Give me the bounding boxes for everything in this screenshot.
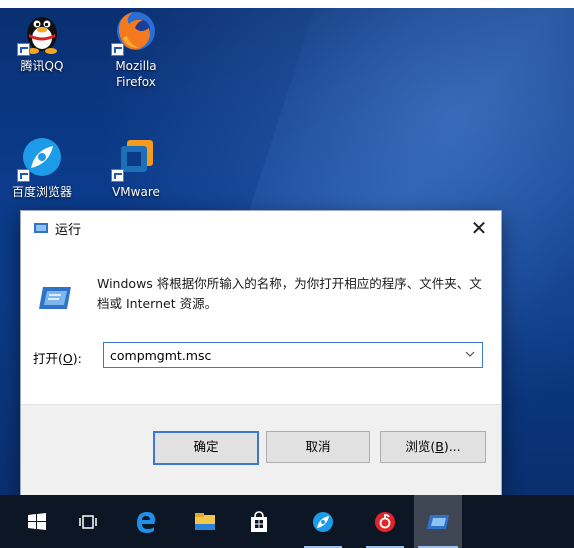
top-strip — [0, 0, 574, 8]
desktop-icon-firefox[interactable]: Mozilla Firefox — [98, 8, 174, 90]
browse-button[interactable]: 浏览(B)... — [380, 431, 486, 463]
shortcut-arrow-icon — [111, 43, 124, 56]
command-input[interactable] — [110, 346, 450, 364]
desktop-icon-label: VMware — [112, 185, 160, 199]
desktop-icon-qq[interactable]: 腾讯QQ — [4, 8, 80, 74]
shortcut-arrow-icon — [111, 169, 124, 182]
firefox-icon — [111, 8, 159, 56]
baidu-browser-button[interactable] — [300, 495, 346, 548]
store-icon — [251, 510, 267, 532]
start-button[interactable] — [14, 495, 60, 548]
ok-button[interactable]: 确定 — [153, 431, 259, 465]
vmware-icon — [111, 134, 159, 182]
open-label-prefix: 打开( — [33, 351, 63, 366]
chevron-down-icon[interactable] — [464, 347, 476, 361]
qq-penguin-icon — [17, 8, 65, 56]
file-explorer-icon — [195, 512, 215, 530]
run-icon — [34, 223, 48, 233]
desktop-icon-label: 腾讯QQ — [20, 59, 64, 73]
run-program-icon — [39, 287, 71, 309]
open-label: 打开(O): — [33, 348, 82, 367]
run-taskbar-button[interactable] — [414, 495, 462, 548]
run-dialog: 运行 ✕ Windows 将根据你所输入的名称，为你打开相应的程序、文件夹、文档… — [20, 210, 502, 496]
open-label-access-key: O — [62, 351, 73, 366]
start-icon — [28, 512, 46, 530]
edge-icon — [137, 511, 156, 533]
browse-label-suffix: )... — [443, 439, 461, 454]
desktop-icon-baidu-browser[interactable]: 百度浏览器 — [4, 134, 80, 200]
baidu-browser-icon — [17, 134, 65, 182]
task-view-button[interactable] — [65, 495, 111, 548]
cancel-button[interactable]: 取消 — [266, 431, 370, 463]
edge-button[interactable] — [123, 495, 169, 548]
dialog-description: Windows 将根据你所输入的名称，为你打开相应的程序、文件夹、文档或 Int… — [97, 276, 482, 311]
file-explorer-button[interactable] — [182, 495, 228, 548]
shortcut-arrow-icon — [17, 43, 30, 56]
dialog-title: 运行 — [55, 223, 82, 238]
baidu-browser-icon — [313, 511, 333, 532]
command-combobox[interactable] — [103, 342, 483, 368]
taskbar — [0, 495, 574, 548]
title-bar[interactable]: 运行 ✕ — [21, 211, 501, 247]
close-button[interactable]: ✕ — [467, 216, 491, 240]
netease-music-icon — [375, 511, 395, 532]
desktop-icon-label: Mozilla Firefox — [115, 59, 157, 89]
browse-access-key: B — [435, 439, 444, 454]
open-label-suffix: ): — [72, 351, 82, 366]
desktop-icon-label: 百度浏览器 — [11, 185, 72, 199]
browse-label-prefix: 浏览( — [405, 439, 436, 454]
netease-music-button[interactable] — [362, 495, 408, 548]
task-view-icon — [79, 514, 97, 529]
store-button[interactable] — [236, 495, 282, 548]
shortcut-arrow-icon — [17, 169, 30, 182]
desktop-icon-vmware[interactable]: VMware — [98, 134, 174, 200]
dialog-footer: 确定 取消 浏览(B)... — [21, 404, 501, 496]
run-icon — [427, 514, 449, 529]
